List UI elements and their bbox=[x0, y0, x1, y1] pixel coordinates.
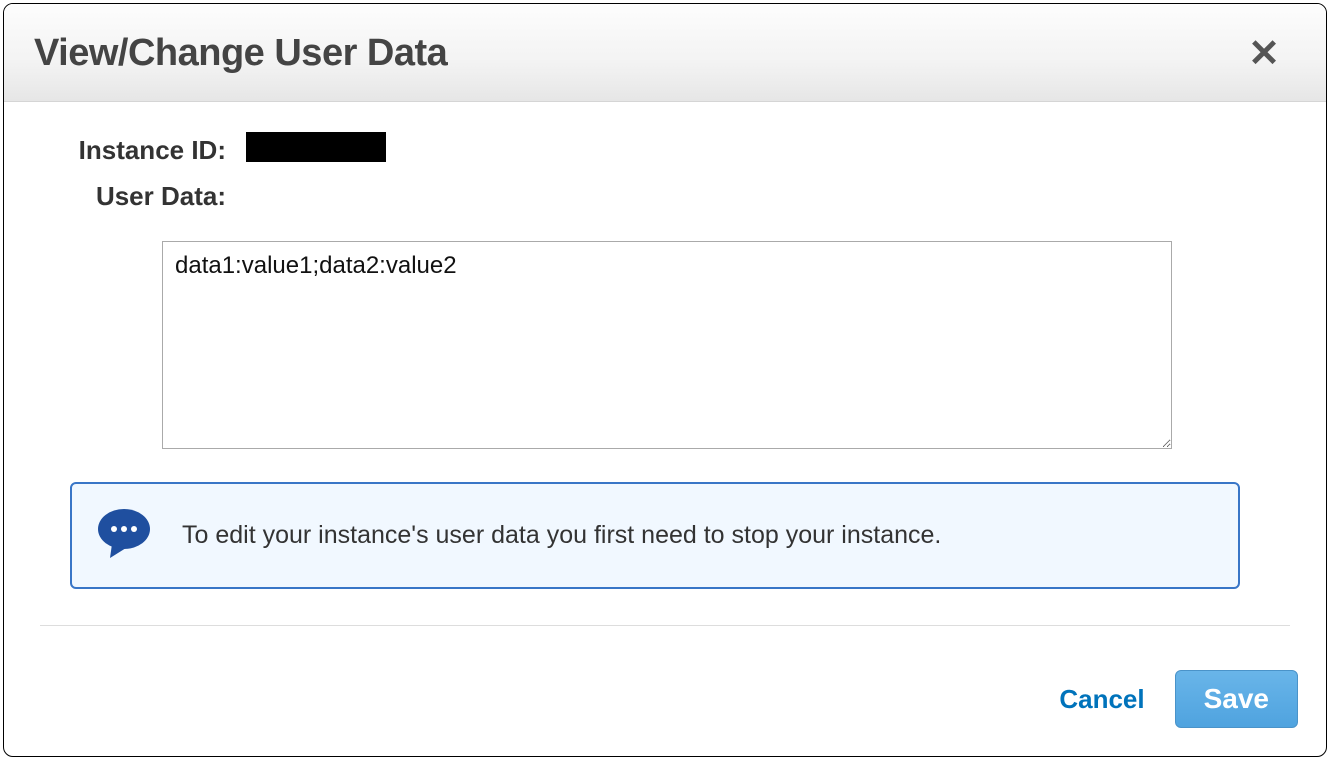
user-data-dialog: View/Change User Data ✕ Instance ID: Use… bbox=[3, 3, 1327, 757]
cancel-button[interactable]: Cancel bbox=[1053, 674, 1150, 725]
close-button[interactable]: ✕ bbox=[1242, 35, 1286, 73]
dialog-body: Instance ID: User Data: To edit your ins… bbox=[4, 102, 1326, 650]
info-box: To edit your instance's user data you fi… bbox=[70, 482, 1240, 589]
instance-id-label: Instance ID: bbox=[40, 132, 246, 168]
save-button[interactable]: Save bbox=[1175, 670, 1298, 728]
dialog-header: View/Change User Data ✕ bbox=[4, 4, 1326, 102]
speech-bubble-icon bbox=[96, 508, 152, 563]
info-message: To edit your instance's user data you fi… bbox=[182, 521, 941, 550]
instance-id-row: Instance ID: bbox=[40, 132, 1290, 168]
footer-divider bbox=[40, 625, 1290, 626]
dialog-footer: Cancel Save bbox=[4, 650, 1326, 756]
user-data-label: User Data: bbox=[40, 178, 246, 214]
user-data-textarea[interactable] bbox=[162, 241, 1172, 449]
user-data-row: User Data: bbox=[40, 178, 1290, 214]
instance-id-value bbox=[246, 132, 1290, 162]
instance-id-redacted bbox=[246, 132, 386, 162]
dialog-title: View/Change User Data bbox=[34, 32, 447, 75]
